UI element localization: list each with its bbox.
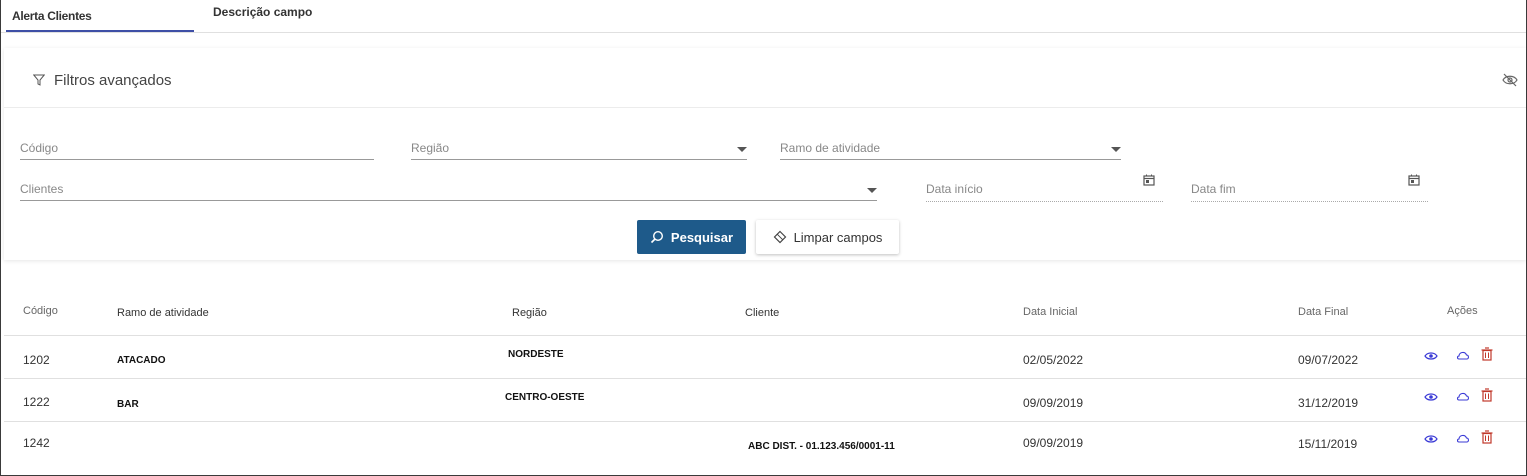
ramo-label: Ramo de atividade [780,141,881,155]
chevron-down-icon [867,188,877,193]
data-fim-underline [1191,201,1428,202]
view-icon[interactable] [1424,432,1438,446]
regiao-label: Região [411,141,450,155]
search-icon [650,230,663,244]
table-row: 1202 ATACADO NORDESTE 02/05/2022 09/07/2… [4,336,1526,379]
header-data-inicial: Data Inicial [1023,306,1078,318]
codigo-label: Código [20,141,59,155]
cell-ramo: BAR [117,399,139,410]
tab-alerta-clientes[interactable]: Alerta Clientes [6,0,194,32]
clientes-select[interactable]: Clientes [20,182,877,201]
regiao-select[interactable]: Região [411,141,747,160]
clear-button-label: Limpar campos [793,229,883,245]
table-row: 1222 BAR CENTRO-OESTE 09/09/2019 31/12/2… [4,379,1526,422]
ramo-atividade-select[interactable]: Ramo de atividade [780,141,1121,160]
cell-data-inicial: 09/09/2019 [1023,396,1084,410]
tab-descricao-campo[interactable]: Descrição campo [213,0,312,32]
cell-regiao: CENTRO-OESTE [505,392,585,403]
filter-icon [33,74,45,86]
cell-data-inicial: 09/09/2019 [1023,436,1084,450]
advanced-filters-panel: Filtros avançados Código Região Ramo de … [4,48,1526,260]
cloud-icon[interactable] [1456,389,1470,403]
cell-codigo: 1242 [23,436,50,450]
chevron-down-icon [1111,147,1121,152]
filters-header: Filtros avançados [4,48,1526,108]
view-icon[interactable] [1424,349,1438,363]
clientes-underline [20,200,877,201]
calendar-icon[interactable] [1408,174,1420,186]
cell-ramo: ATACADO [117,355,166,366]
cell-codigo: 1222 [23,395,50,409]
cell-data-final: 09/07/2022 [1298,353,1359,367]
chevron-down-icon [737,147,747,152]
search-button[interactable]: Pesquisar [637,220,746,254]
header-ramo: Ramo de atividade [117,307,209,319]
data-fim-label: Data fim [1191,182,1236,196]
data-fim-field[interactable]: Data fim [1191,174,1428,202]
cloud-icon[interactable] [1456,348,1470,362]
ramo-underline [780,159,1121,160]
filters-title: Filtros avançados [54,72,172,89]
regiao-underline [411,159,747,160]
cell-codigo: 1202 [23,353,50,367]
codigo-field[interactable]: Código [20,141,374,160]
cell-data-final: 31/12/2019 [1298,396,1359,410]
calendar-icon[interactable] [1143,174,1155,186]
clientes-label: Clientes [20,182,64,196]
eraser-icon [773,230,786,244]
header-data-final: Data Final [1298,306,1349,318]
table-row: 1242 ABC DIST. - 01.123.456/0001-11 09/0… [4,422,1526,465]
header-acoes: Ações [1447,305,1478,317]
clear-fields-button[interactable]: Limpar campos [756,220,899,254]
cell-data-final: 15/11/2019 [1298,437,1358,451]
header-cliente: Cliente [745,307,780,319]
cell-regiao: NORDESTE [508,349,564,360]
eye-off-icon[interactable] [1502,73,1518,87]
trash-icon[interactable] [1480,347,1494,361]
cell-data-inicial: 02/05/2022 [1023,353,1084,367]
header-codigo: Código [23,305,58,317]
data-inicio-underline [926,201,1163,202]
data-inicio-label: Data início [926,182,983,196]
view-icon[interactable] [1424,390,1438,404]
app-frame: Alerta Clientes Descrição campo Filtros … [0,0,1527,476]
search-button-label: Pesquisar [670,229,734,245]
tab-bar: Alerta Clientes Descrição campo [1,0,1526,33]
cloud-icon[interactable] [1456,431,1470,445]
cell-cliente: ABC DIST. - 01.123.456/0001-11 [748,441,895,452]
trash-icon[interactable] [1480,388,1494,402]
data-inicio-field[interactable]: Data início [926,174,1163,202]
table-header: Código Ramo de atividade Região Cliente … [4,290,1526,336]
trash-icon[interactable] [1480,430,1494,444]
header-regiao: Região [512,307,547,319]
codigo-underline [20,159,374,160]
